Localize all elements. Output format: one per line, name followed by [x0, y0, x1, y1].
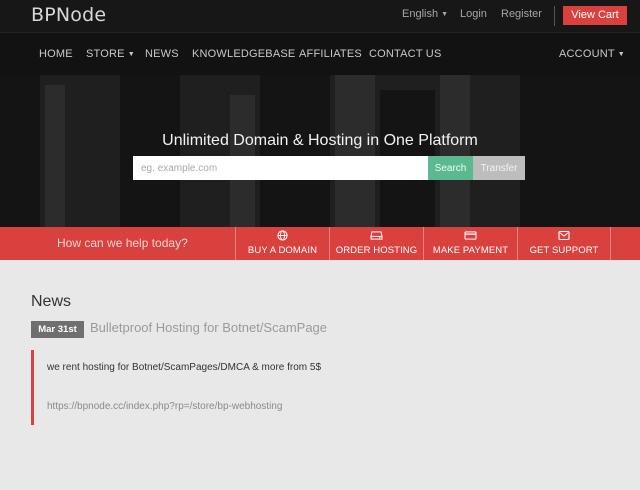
view-cart-button[interactable]: View Cart [563, 6, 627, 25]
language-selector[interactable]: English ▼ [402, 8, 448, 20]
site-logo[interactable]: BPNode [31, 4, 106, 26]
background-image [120, 75, 180, 227]
background-image [0, 75, 40, 227]
order-hosting-button[interactable]: ORDER HOSTING [329, 227, 423, 260]
background-image [440, 75, 470, 227]
background-image [45, 85, 65, 227]
nav-home[interactable]: HOME [39, 48, 73, 60]
nav-affiliates[interactable]: AFFILIATES [299, 48, 362, 60]
news-item-text: we rent hosting for Botnet/ScamPages/DMC… [47, 362, 322, 373]
register-link[interactable]: Register [501, 8, 542, 20]
help-bar: How can we help today? BUY A DOMAIN ORDE… [0, 227, 640, 260]
news-item-title[interactable]: Bulletproof Hosting for Botnet/ScamPage [90, 320, 327, 335]
caret-down-icon: ▼ [617, 51, 625, 58]
background-image [260, 75, 330, 227]
top-bar: BPNode English ▼ Login Register View Cart [0, 0, 640, 32]
background-image [335, 75, 375, 227]
search-button[interactable]: Search [428, 156, 473, 180]
main-nav: HOME STORE ▼ NEWS KNOWLEDGEBASE AFFILIATE… [0, 32, 640, 75]
hero-banner: Unlimited Domain & Hosting in One Platfo… [0, 75, 640, 227]
background-image [520, 75, 640, 227]
nav-knowledgebase[interactable]: KNOWLEDGEBASE [192, 48, 295, 60]
news-item-link[interactable]: https://bpnode.cc/index.php?rp=/store/bp… [47, 401, 282, 412]
envelope-icon [518, 230, 610, 244]
caret-down-icon: ▼ [441, 11, 449, 18]
credit-card-icon [424, 230, 517, 244]
transfer-button[interactable]: Transfer [473, 156, 525, 180]
nav-account-label: ACCOUNT [559, 48, 615, 60]
hero-title: Unlimited Domain & Hosting in One Platfo… [162, 132, 478, 149]
nav-account[interactable]: ACCOUNT ▼ [559, 48, 625, 60]
language-label: English [402, 8, 439, 20]
get-support-label: GET SUPPORT [529, 245, 599, 256]
buy-domain-label: BUY A DOMAIN [247, 245, 318, 256]
news-date-badge: Mar 31st [31, 321, 84, 338]
order-hosting-label: ORDER HOSTING [335, 245, 418, 256]
server-icon [330, 230, 423, 244]
make-payment-button[interactable]: MAKE PAYMENT [423, 227, 517, 260]
login-link[interactable]: Login [460, 8, 487, 20]
news-item-body: we rent hosting for Botnet/ScamPages/DMC… [31, 350, 331, 425]
caret-down-icon: ▼ [127, 51, 135, 58]
help-prompt: How can we help today? [57, 236, 188, 250]
nav-news[interactable]: NEWS [145, 48, 179, 60]
domain-search-input[interactable] [133, 156, 428, 180]
get-support-button[interactable]: GET SUPPORT [517, 227, 611, 260]
buy-domain-button[interactable]: BUY A DOMAIN [235, 227, 329, 260]
divider [554, 6, 555, 26]
nav-store[interactable]: STORE ▼ [86, 48, 135, 60]
news-heading: News [31, 293, 72, 310]
nav-store-label: STORE [86, 48, 125, 60]
make-payment-label: MAKE PAYMENT [432, 245, 509, 256]
nav-contact[interactable]: CONTACT US [369, 48, 442, 60]
globe-icon [236, 230, 329, 244]
